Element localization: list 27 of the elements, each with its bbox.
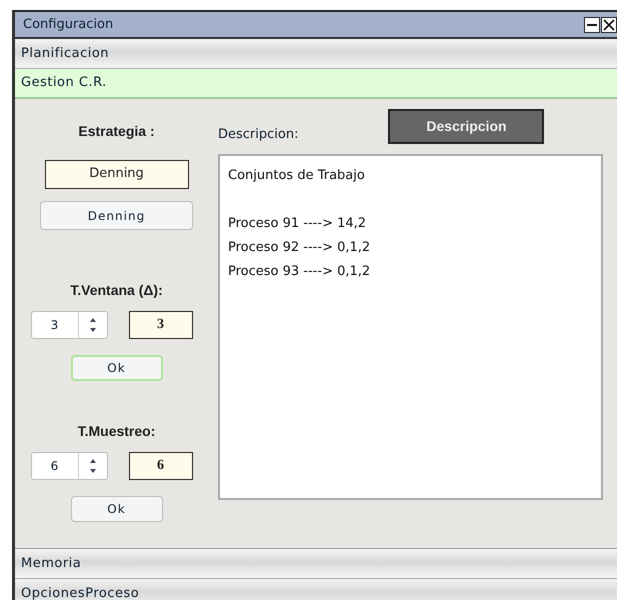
setting-value: 3 [128,311,192,339]
ok-button[interactable]: Ok [70,355,162,381]
setting-value: 6 [128,452,192,480]
strategy-value: Denning [44,160,188,189]
text-line: Proceso 91 ----> 14,2 [228,215,368,233]
ok-button[interactable]: Ok [70,496,162,522]
setting-label: T.Ventana (Δ): [70,281,163,300]
setting-label: T.Muestreo: [78,422,156,441]
close-button[interactable] [601,16,617,32]
minimize-button[interactable] [584,16,600,32]
accordion-header[interactable]: Planificacion [15,39,617,69]
spin-arrows-icon[interactable] [88,317,96,333]
window-title: Configuracion [23,16,114,34]
text-line: Proceso 93 ----> 0,1,2 [228,263,372,281]
description-label: Descripcion: [218,126,298,144]
number-spinner[interactable]: 6 [30,452,108,480]
text-line: Conjuntos de Trabajo [228,167,366,185]
accordion-header[interactable]: OpcionesProceso [15,579,617,600]
accordion-header[interactable]: Gestion C.R. [15,69,617,99]
spin-arrows-icon[interactable] [88,458,96,474]
strategy-button[interactable]: Denning [40,201,193,230]
accordion-header[interactable]: Memoria [15,549,617,579]
text-line: Proceso 92 ----> 0,1,2 [228,239,372,257]
strategy-label: Estrategia : [78,122,155,141]
description-button[interactable]: Descripcion [388,109,544,144]
close-icon [603,18,615,30]
number-spinner[interactable]: 3 [30,311,108,339]
